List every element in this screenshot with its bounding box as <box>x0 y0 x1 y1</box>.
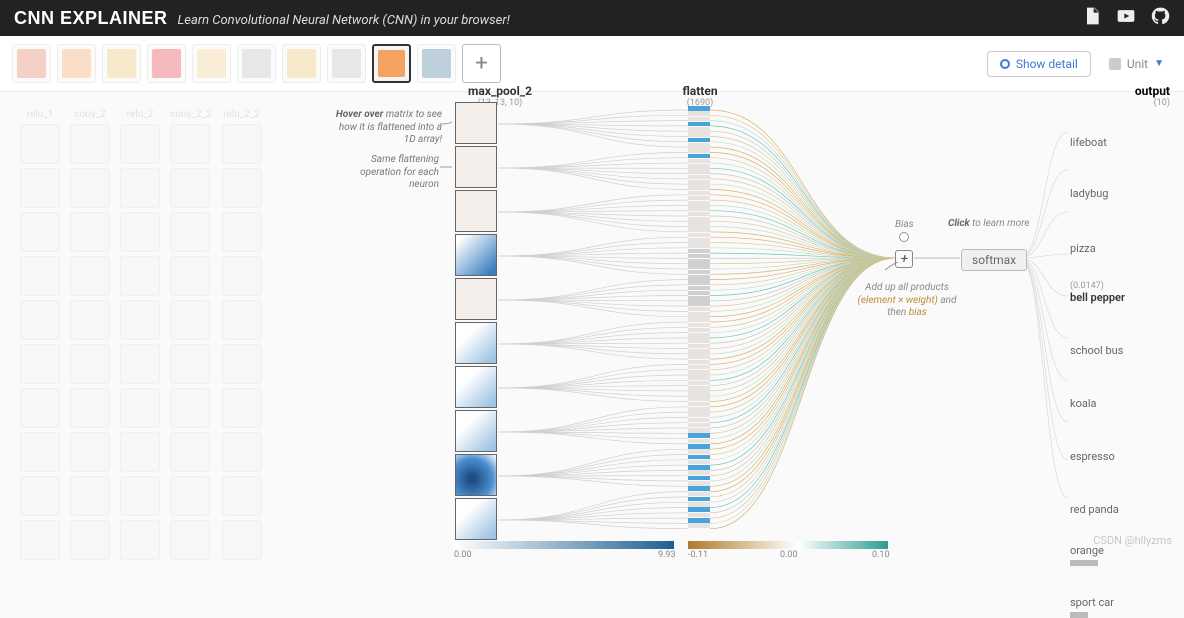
thumb-ladybug[interactable] <box>57 44 96 83</box>
watermark: CSDN @hllyzms <box>1093 534 1172 547</box>
unit-toggle[interactable]: Unit ▼ <box>1101 52 1172 76</box>
thumb-pizza[interactable] <box>102 44 141 83</box>
paper-icon[interactable] <box>1082 6 1102 30</box>
layer-label-output: output <box>1070 84 1170 98</box>
thumb-bell-pepper[interactable] <box>147 44 186 83</box>
thumb-lifeboat[interactable] <box>12 44 51 83</box>
bias-node: Bias + <box>895 219 914 268</box>
output-koala[interactable]: koala <box>1070 397 1170 410</box>
thumbnail-row: + <box>12 44 501 83</box>
add-image-button[interactable]: + <box>462 44 501 83</box>
cbar2-max: 0.10 <box>872 550 890 560</box>
brand-title: CNN EXPLAINER <box>14 8 168 29</box>
anno-sameop: Same flattening operation for each neuro… <box>339 154 439 192</box>
thumb-sport-car[interactable] <box>417 44 456 83</box>
cbar1-max: 9.93 <box>658 550 676 560</box>
anno-click: Click to learn more <box>948 218 1030 229</box>
app-header: CNN EXPLAINER Learn Convolutional Neural… <box>0 0 1184 36</box>
show-detail-label: Show detail <box>1016 57 1078 71</box>
featuremap-6[interactable] <box>455 366 497 408</box>
featuremap-5[interactable] <box>455 322 497 364</box>
bias-dot-icon <box>899 232 909 242</box>
output-bell-pepper[interactable]: (0.0147)bell pepper <box>1070 281 1170 304</box>
featuremap-9[interactable] <box>455 498 497 540</box>
thumb-red-panda[interactable] <box>327 44 366 83</box>
cbar2-min: -0.11 <box>688 550 708 560</box>
thumb-orange[interactable] <box>372 44 411 83</box>
thumb-school-bus[interactable] <box>192 44 231 83</box>
output-sport-car[interactable]: sport car <box>1070 596 1170 618</box>
thumb-koala[interactable] <box>237 44 276 83</box>
flatten-strip[interactable] <box>688 106 710 536</box>
brand-tagline: Learn Convolutional Neural Network (CNN)… <box>178 13 510 28</box>
output-orange[interactable]: orange <box>1070 544 1170 566</box>
featuremap-3[interactable] <box>455 234 497 276</box>
output-ladybug[interactable]: ladybug <box>1070 187 1170 200</box>
thumb-espresso[interactable] <box>282 44 321 83</box>
featuremap-7[interactable] <box>455 410 497 452</box>
video-icon[interactable] <box>1116 6 1136 30</box>
github-icon[interactable] <box>1150 6 1170 30</box>
sum-node[interactable]: + <box>895 250 913 268</box>
featuremap-4[interactable] <box>455 278 497 320</box>
maxpool-featuremaps <box>455 102 497 542</box>
toolbar-right: Show detail Unit ▼ <box>987 51 1172 77</box>
anno-sum: Add up all products (element × weight) a… <box>852 282 962 320</box>
unit-label: Unit <box>1127 57 1148 71</box>
network-canvas: relu_1conv_2relu_2conv_2_2relu_2_2 max_p… <box>0 84 1184 553</box>
softmax-button[interactable]: softmax <box>961 249 1027 271</box>
featuremap-1[interactable] <box>455 146 497 188</box>
output-school-bus[interactable]: school bus <box>1070 344 1170 357</box>
chevron-down-icon: ▼ <box>1154 58 1164 69</box>
unit-icon <box>1109 58 1121 70</box>
output-espresso[interactable]: espresso <box>1070 450 1170 463</box>
header-icons <box>1082 6 1170 30</box>
featuremap-8[interactable] <box>455 454 497 496</box>
cbar1-min: 0.00 <box>454 550 472 560</box>
colorbar-activation <box>454 541 674 549</box>
header-left: CNN EXPLAINER Learn Convolutional Neural… <box>14 8 510 29</box>
output-pizza[interactable]: pizza <box>1070 242 1170 255</box>
cbar2-mid: 0.00 <box>780 550 798 560</box>
anno-hover: Hover over matrix to see how it is flatt… <box>334 109 442 147</box>
show-detail-button[interactable]: Show detail <box>987 51 1091 77</box>
layer-label-flatten: flatten (1690) <box>660 84 740 108</box>
featuremap-0[interactable] <box>455 102 497 144</box>
eye-icon <box>1000 59 1010 69</box>
colorbar-weights <box>688 541 888 549</box>
featuremap-2[interactable] <box>455 190 497 232</box>
output-red-panda[interactable]: red panda <box>1070 503 1170 516</box>
output-lifeboat[interactable]: lifeboat <box>1070 136 1170 149</box>
